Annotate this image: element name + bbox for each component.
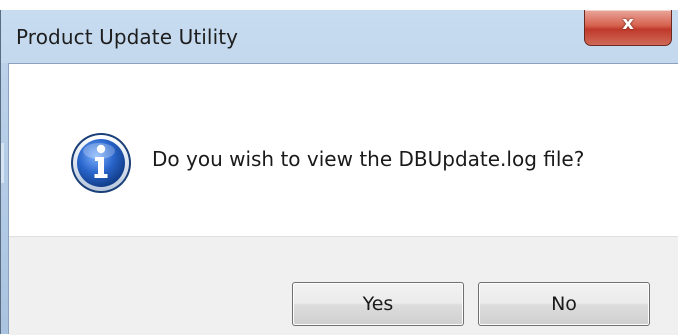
- message-text: Do you wish to view the DBUpdate.log fil…: [152, 147, 585, 171]
- close-icon: x: [622, 13, 634, 34]
- button-panel: Yes No: [9, 236, 678, 335]
- page-top-strip: [0, 0, 678, 10]
- window-left-border: [1, 63, 8, 334]
- title-bar[interactable]: Product Update Utility x: [1, 10, 678, 62]
- no-button[interactable]: No: [478, 282, 650, 326]
- yes-button[interactable]: Yes: [292, 282, 464, 326]
- dialog-window: Product Update Utility x Do you wish to …: [0, 10, 678, 335]
- close-button[interactable]: x: [584, 10, 672, 46]
- border-highlight: [1, 143, 4, 183]
- message-panel: Do you wish to view the DBUpdate.log fil…: [9, 64, 678, 236]
- window-title: Product Update Utility: [16, 25, 239, 49]
- dialog-client-area: Do you wish to view the DBUpdate.log fil…: [8, 63, 678, 335]
- info-icon: [71, 133, 131, 193]
